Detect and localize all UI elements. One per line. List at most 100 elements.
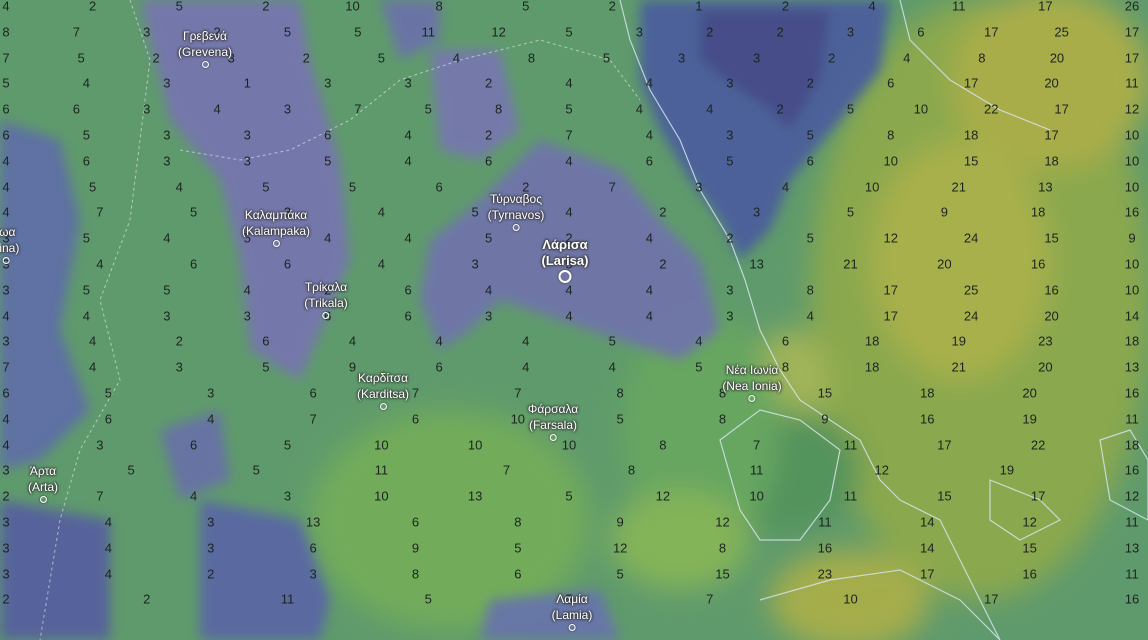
grid-value: 2: [776, 24, 784, 40]
grid-value: 6: [411, 514, 420, 530]
city-latin-name: nina): [0, 241, 20, 255]
city-marker[interactable]: Καρδίτσα (Karditsa): [357, 370, 409, 410]
grid-value: 20: [1044, 75, 1059, 91]
grid-value: 5: [424, 101, 432, 117]
grid-value: 3: [163, 308, 171, 324]
grid-value: 10: [883, 153, 898, 169]
grid-value: 2: [262, 0, 270, 14]
grid-value: 8: [527, 50, 536, 66]
grid-value: 6: [262, 333, 270, 349]
grid-value: 17: [1054, 101, 1069, 117]
city-marker[interactable]: Τύρναβος (Tyrnavos): [488, 191, 544, 231]
city-dot-icon: [322, 312, 330, 319]
grid-value: 6: [82, 153, 91, 169]
grid-value: 5: [846, 101, 855, 117]
grid-value: 5: [324, 153, 332, 169]
grid-value: 4: [377, 256, 385, 272]
grid-value: 16: [1124, 204, 1140, 220]
grid-value: 25: [963, 282, 979, 298]
city-marker[interactable]: Λαμία (Lamia): [551, 591, 593, 631]
city-name: Λάρισα: [542, 237, 588, 252]
grid-value: 9: [616, 514, 624, 530]
grid-value: 2: [781, 0, 790, 14]
grid-value: 1: [695, 0, 703, 14]
grid-value: 5: [608, 333, 616, 349]
grid-value: 4: [163, 230, 171, 246]
grid-value: 4: [565, 282, 573, 298]
grid-value: 5: [77, 50, 85, 66]
grid-value: 4: [2, 204, 10, 220]
city-latin-name: (Karditsa): [356, 387, 410, 401]
city-marker[interactable]: Φάρσαλα (Farsala): [528, 401, 578, 441]
grid-value: 7: [72, 24, 80, 40]
grid-value: 15: [937, 488, 952, 504]
city-dot-icon: [748, 395, 756, 402]
grid-value: 8: [514, 514, 522, 530]
grid-value: 7: [514, 385, 522, 401]
grid-value: 3: [143, 24, 151, 40]
grid-value: 6: [190, 437, 198, 453]
grid-value: 21: [843, 256, 858, 272]
city-marker[interactable]: Νέα Ιωνία (Nea Ionia): [722, 362, 782, 402]
grid-value: 2: [302, 50, 310, 66]
grid-value: 17: [937, 437, 952, 453]
grid-value: 4: [868, 0, 876, 14]
city-dot-icon: [568, 624, 576, 631]
grid-value: 17: [1124, 50, 1140, 66]
grid-value: 10: [374, 488, 389, 504]
grid-value: 3: [163, 153, 171, 169]
grid-value: 13: [749, 256, 764, 272]
grid-value: 5: [846, 204, 855, 220]
grid-value: 5: [190, 204, 198, 220]
grid-value: 4: [645, 282, 654, 298]
city-marker[interactable]: Άρτα (Arta): [28, 463, 58, 503]
grid-value: 5: [354, 24, 362, 40]
grid-value: 2: [659, 256, 667, 272]
city-marker[interactable]: Λάρισα (Larisa): [542, 237, 588, 283]
city-marker[interactable]: Γρεβενά (Grevena): [178, 28, 232, 68]
grid-value: 8: [806, 282, 814, 298]
grid-value: 17: [984, 591, 999, 607]
grid-value: 10: [1124, 127, 1140, 143]
grid-value: 15: [1022, 540, 1037, 556]
grid-value: 5: [104, 385, 112, 401]
city-name: ιωα: [0, 225, 16, 239]
city-marker[interactable]: ιωα nina): [0, 224, 19, 264]
grid-value: 5: [283, 437, 292, 453]
city-latin-name: (Lamia): [551, 608, 593, 622]
grid-value: 3: [283, 101, 292, 117]
grid-value: 4: [324, 230, 332, 246]
grid-value: 5: [163, 282, 171, 298]
grid-value: 4: [695, 333, 703, 349]
city-dot-icon: [558, 270, 572, 283]
grid-value: 5: [471, 204, 479, 220]
city-name: Καρδίτσα: [358, 371, 408, 385]
grid-value: 5: [602, 50, 611, 66]
grid-value: 13: [467, 488, 483, 504]
grid-value: 2: [776, 101, 784, 117]
grid-value: 24: [963, 308, 979, 324]
grid-value: 3: [726, 127, 734, 143]
grid-value: 3: [2, 462, 10, 478]
city-dot-icon: [2, 257, 10, 264]
grid-value: 4: [175, 179, 183, 195]
grid-value: 13: [1124, 359, 1140, 375]
grid-value: 4: [645, 127, 654, 143]
grid-value: 5: [262, 359, 270, 375]
grid-value: 5: [726, 153, 734, 169]
grid-value: 7: [753, 437, 761, 453]
grid-value: 8: [659, 437, 667, 453]
grid-value: 5: [616, 566, 624, 582]
weather-map[interactable]: 4 2 5 2 10 8 5 2 1 2 4 11 17 26 8 7 3 2 5 5 11 12 5 3 2 2 3 6 17 25 17…: [0, 0, 1148, 640]
grid-value: 4: [2, 179, 10, 195]
grid-value: 3: [163, 75, 171, 91]
grid-value: 10: [749, 488, 764, 504]
city-marker[interactable]: Καλαμπάκα (Kalampaka): [242, 207, 310, 247]
city-name: Καλαμπάκα: [244, 208, 308, 222]
grid-value: 3: [471, 256, 479, 272]
grid-value: 3: [404, 75, 412, 91]
grid-value: 14: [920, 540, 935, 556]
grid-value: 6: [72, 101, 80, 117]
grid-value: 4: [903, 50, 911, 66]
city-marker[interactable]: Τρίκαλα (Trikala): [304, 279, 348, 319]
